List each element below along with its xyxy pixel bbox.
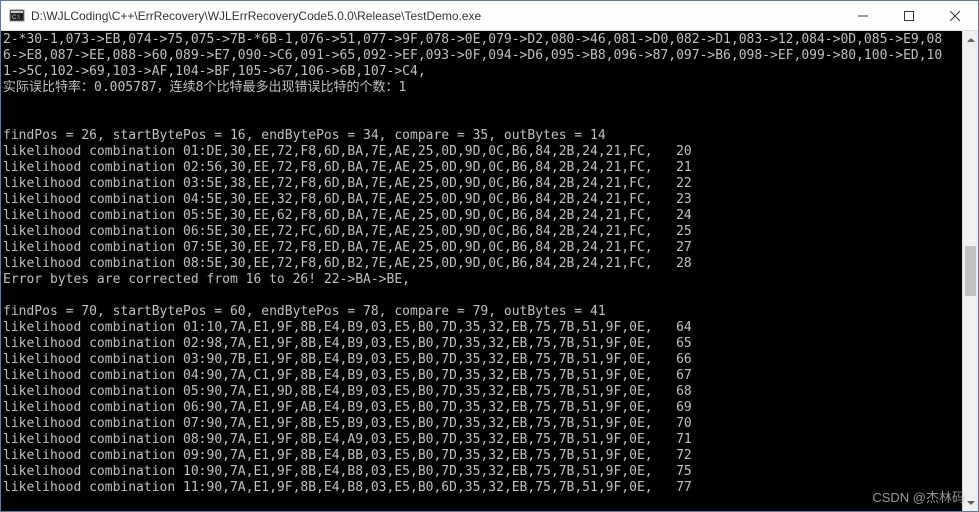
close-button[interactable] bbox=[932, 1, 978, 30]
console-line: findPos = 26, startBytePos = 16, endByte… bbox=[3, 128, 976, 144]
vertical-scrollbar[interactable] bbox=[962, 31, 978, 511]
console-line: Error bytes are corrected from 16 to 26!… bbox=[3, 272, 976, 288]
console-line: likelihood combination 04:5E,30,EE,32,F8… bbox=[3, 192, 976, 208]
console-line: 1->5C,102->69,103->AF,104->BF,105->67,10… bbox=[3, 64, 976, 80]
console-line bbox=[3, 112, 976, 128]
console-line: likelihood combination 08:90,7A,E1,9F,8B… bbox=[3, 432, 976, 448]
console-line: likelihood combination 08:5E,30,EE,72,F8… bbox=[3, 256, 976, 272]
scroll-up-button[interactable] bbox=[963, 31, 978, 48]
app-window: C:\ D:\WJLCoding\C++\ErrRecovery\WJLErrR… bbox=[0, 0, 979, 512]
app-icon: C:\ bbox=[9, 8, 25, 24]
console-line: likelihood combination 01:DE,30,EE,72,F8… bbox=[3, 144, 976, 160]
chevron-up-icon bbox=[967, 38, 975, 42]
console-line: likelihood combination 11:90,7A,E1,9F,8B… bbox=[3, 480, 976, 496]
console-line: likelihood combination 06:90,7A,E1,9F,AB… bbox=[3, 400, 976, 416]
minimize-button[interactable] bbox=[840, 1, 886, 30]
console-line bbox=[3, 288, 976, 304]
console-line: likelihood combination 03:5E,38,EE,72,F8… bbox=[3, 176, 976, 192]
console-line: likelihood combination 02:56,30,EE,72,F8… bbox=[3, 160, 976, 176]
console-output[interactable]: 2-*30-1,073->EB,074->75,075->7B-*6B-1,07… bbox=[1, 31, 978, 511]
console-line bbox=[3, 96, 976, 112]
console-line: 2-*30-1,073->EB,074->75,075->7B-*6B-1,07… bbox=[3, 32, 976, 48]
window-controls bbox=[840, 1, 978, 30]
console-line: likelihood combination 05:90,7A,E1,9D,8B… bbox=[3, 384, 976, 400]
console-line: likelihood combination 07:5E,30,EE,72,F8… bbox=[3, 240, 976, 256]
scroll-down-button[interactable] bbox=[963, 494, 978, 511]
console-line: likelihood combination 04:90,7A,C1,9F,8B… bbox=[3, 368, 976, 384]
console-line: likelihood combination 03:90,7B,E1,9F,8B… bbox=[3, 352, 976, 368]
titlebar[interactable]: C:\ D:\WJLCoding\C++\ErrRecovery\WJLErrR… bbox=[1, 1, 978, 31]
console-line: 实际误比特率：0.005787，连续8个比特最多出现错误比特的个数：1 bbox=[3, 80, 976, 96]
window-title: D:\WJLCoding\C++\ErrRecovery\WJLErrRecov… bbox=[31, 9, 840, 23]
console-line: likelihood combination 06:5E,30,EE,72,FC… bbox=[3, 224, 976, 240]
console-line: likelihood combination 09:90,7A,E1,9F,8B… bbox=[3, 448, 976, 464]
maximize-button[interactable] bbox=[886, 1, 932, 30]
chevron-down-icon bbox=[967, 501, 975, 505]
console-line: likelihood combination 02:98,7A,E1,9F,8B… bbox=[3, 336, 976, 352]
scrollbar-thumb[interactable] bbox=[965, 246, 976, 296]
console-line: likelihood combination 10:90,7A,E1,9F,8B… bbox=[3, 464, 976, 480]
svg-text:C:\: C:\ bbox=[12, 15, 20, 21]
console-line: likelihood combination 07:90,7A,E1,9F,8B… bbox=[3, 416, 976, 432]
console-line: 6->E8,087->EE,088->60,089->E7,090->C6,09… bbox=[3, 48, 976, 64]
console-line: likelihood combination 05:5E,30,EE,62,F8… bbox=[3, 208, 976, 224]
console-line: likelihood combination 01:10,7A,E1,9F,8B… bbox=[3, 320, 976, 336]
console-line: findPos = 70, startBytePos = 60, endByte… bbox=[3, 304, 976, 320]
